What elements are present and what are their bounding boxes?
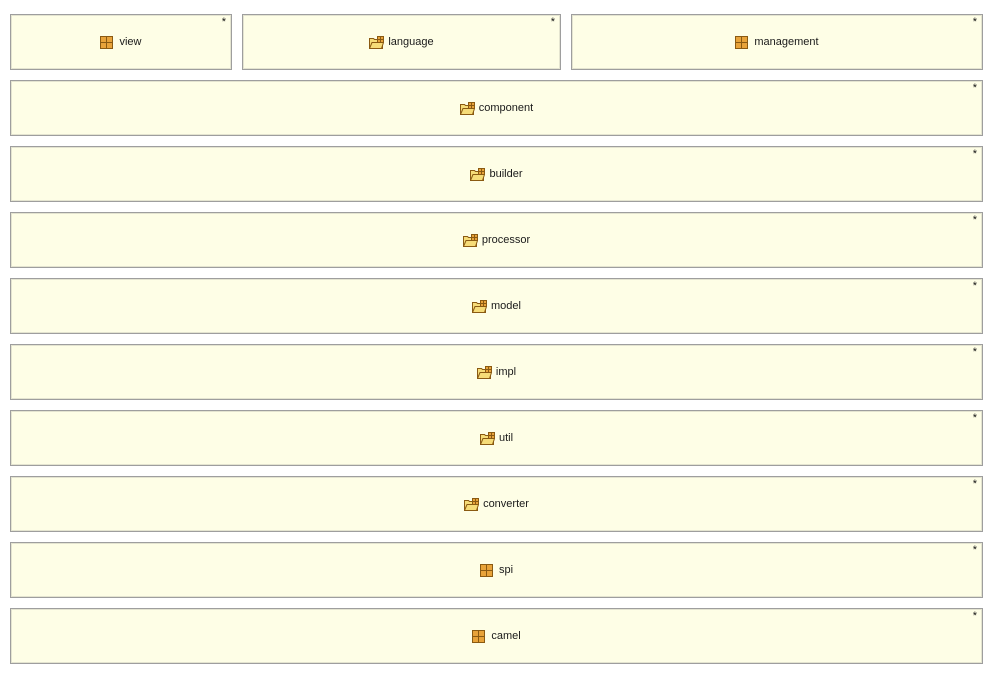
package-name: component bbox=[478, 102, 534, 114]
package-folder-icon bbox=[476, 365, 492, 379]
package-folder-icon bbox=[464, 497, 480, 511]
package-icon bbox=[735, 35, 750, 49]
modified-marker: * bbox=[972, 82, 977, 94]
package-name: management bbox=[754, 36, 819, 48]
modified-marker: * bbox=[972, 346, 977, 358]
package-management[interactable]: management * bbox=[571, 14, 983, 70]
modified-marker: * bbox=[221, 16, 226, 28]
package-converter[interactable]: converter * bbox=[10, 476, 983, 532]
modified-marker: * bbox=[972, 214, 977, 226]
package-folder-icon bbox=[470, 167, 486, 181]
package-builder[interactable]: builder * bbox=[10, 146, 983, 202]
package-folder-icon bbox=[459, 101, 475, 115]
modified-marker: * bbox=[550, 16, 555, 28]
package-spi[interactable]: spi * bbox=[10, 542, 983, 598]
package-util[interactable]: util * bbox=[10, 410, 983, 466]
modified-marker: * bbox=[972, 478, 977, 490]
package-name: spi bbox=[498, 564, 514, 576]
package-name: impl bbox=[495, 366, 517, 378]
package-component[interactable]: component * bbox=[10, 80, 983, 136]
package-view[interactable]: view * bbox=[10, 14, 232, 70]
package-language[interactable]: language * bbox=[242, 14, 561, 70]
package-processor[interactable]: processor * bbox=[10, 212, 983, 268]
package-icon bbox=[472, 629, 487, 643]
package-impl[interactable]: impl * bbox=[10, 344, 983, 400]
package-name: util bbox=[498, 432, 514, 444]
package-name: view bbox=[119, 36, 142, 48]
package-diagram: view * language * management * component bbox=[0, 0, 993, 674]
package-camel[interactable]: camel * bbox=[10, 608, 983, 664]
modified-marker: * bbox=[972, 148, 977, 160]
modified-marker: * bbox=[972, 544, 977, 556]
package-folder-icon bbox=[479, 431, 495, 445]
modified-marker: * bbox=[972, 280, 977, 292]
package-name: processor bbox=[481, 234, 531, 246]
modified-marker: * bbox=[972, 412, 977, 424]
package-folder-icon bbox=[462, 233, 478, 247]
package-folder-icon bbox=[369, 35, 385, 49]
modified-marker: * bbox=[972, 610, 977, 622]
package-name: builder bbox=[489, 168, 523, 180]
package-name: language bbox=[388, 36, 434, 48]
package-folder-icon bbox=[472, 299, 488, 313]
package-model[interactable]: model * bbox=[10, 278, 983, 334]
package-icon bbox=[479, 563, 495, 577]
modified-marker: * bbox=[972, 16, 977, 28]
package-name: converter bbox=[483, 498, 529, 510]
package-name: camel bbox=[491, 630, 521, 642]
package-icon bbox=[100, 35, 115, 49]
package-name: model bbox=[491, 300, 521, 312]
